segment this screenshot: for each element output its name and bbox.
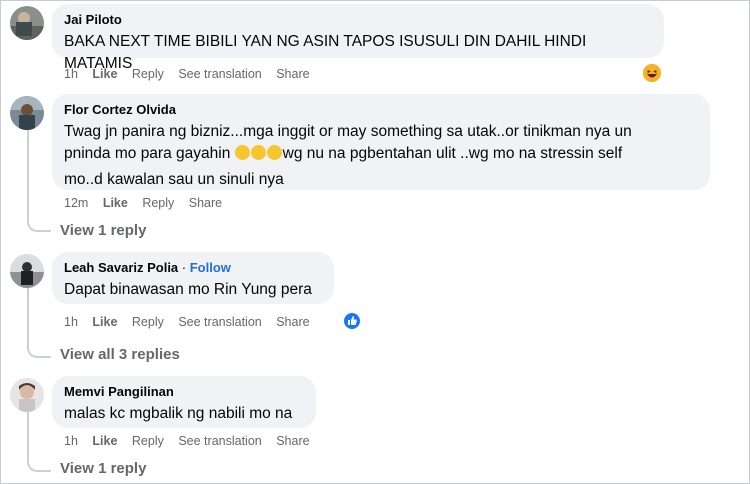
like-thumb-icon[interactable] [342, 311, 362, 331]
comment-bubble: Flor Cortez Olvida Twag jn panira ng biz… [52, 94, 710, 190]
share-button[interactable]: Share [276, 314, 309, 330]
sweat-smile-emoji-icon [266, 145, 282, 160]
reply-button[interactable]: Reply [132, 433, 164, 449]
see-translation-link[interactable]: See translation [178, 314, 261, 330]
reply-thread-line [27, 412, 51, 472]
comment-text: Twag jn panira ng bizniz...mga inggit or… [64, 121, 698, 191]
laughing-emoji-icon[interactable] [643, 64, 661, 82]
reply-thread-line [27, 288, 51, 358]
comment-bubble: Leah Savariz Polia · Follow Dapat binawa… [52, 252, 334, 304]
comment-bubble: Jai Piloto BAKA NEXT TIME BIBILI YAN NG … [52, 4, 664, 72]
view-replies-link[interactable]: View 1 reply [60, 222, 146, 239]
like-button[interactable]: Like [92, 433, 117, 449]
comment-text-line-3: mo..d kawalan sau un sinuli nya [64, 171, 284, 188]
like-button[interactable]: Like [103, 195, 128, 211]
avatar-leah-savariz-polia[interactable] [10, 254, 44, 288]
sweat-smile-emoji-icon [234, 145, 250, 160]
comment-text-line-1: Twag jn panira ng bizniz...mga inggit or… [64, 123, 632, 140]
comment-author-row: Leah Savariz Polia · Follow [64, 260, 322, 276]
avatar-jai-piloto[interactable] [10, 6, 44, 40]
share-button[interactable]: Share [276, 433, 309, 449]
comment-text-line-2: pninda mo para gayahin 😅😅😅 wg nu na pgbe… [64, 143, 698, 169]
avatar-flor-cortez-olvida[interactable] [10, 96, 44, 130]
reply-thread-line [27, 128, 51, 232]
like-button[interactable]: Like [92, 314, 117, 330]
comment-actions: 1h Like Reply See translation Share [64, 66, 321, 82]
reply-button[interactable]: Reply [132, 314, 164, 330]
comment-actions: 1h Like Reply See translation Share [64, 433, 321, 449]
sweat-smile-emoji-icon [250, 145, 266, 160]
comment-text-part: wg nu na pgbentahan ulit ..wg mo na stre… [282, 145, 623, 162]
comment-author[interactable]: Memvi Pangilinan [64, 384, 304, 400]
comment-bubble: Memvi Pangilinan malas kc mgbalik ng nab… [52, 376, 316, 428]
comment-author[interactable]: Leah Savariz Polia [64, 260, 178, 275]
comment-author[interactable]: Jai Piloto [64, 12, 652, 28]
see-translation-link[interactable]: See translation [178, 66, 261, 82]
comment-time[interactable]: 1h [64, 314, 78, 330]
like-button[interactable]: Like [92, 66, 117, 82]
see-translation-link[interactable]: See translation [178, 433, 261, 449]
comment-time[interactable]: 1h [64, 433, 78, 449]
view-replies-link[interactable]: View 1 reply [60, 460, 146, 477]
view-replies-link[interactable]: View all 3 replies [60, 346, 180, 363]
comment-author[interactable]: Flor Cortez Olvida [64, 102, 698, 118]
comment-text: Dapat binawasan mo Rin Yung pera [64, 281, 312, 298]
reply-button[interactable]: Reply [142, 195, 174, 211]
comment-actions: 12m Like Reply Share [64, 195, 233, 211]
comment-time[interactable]: 1h [64, 66, 78, 82]
follow-button[interactable]: Follow [190, 260, 231, 275]
reply-button[interactable]: Reply [132, 66, 164, 82]
share-button[interactable]: Share [189, 195, 222, 211]
share-button[interactable]: Share [276, 66, 309, 82]
comment-text: malas kc mgbalik ng nabili mo na [64, 405, 293, 422]
avatar-memvi-pangilinan[interactable] [10, 378, 44, 412]
separator-dot: · [178, 260, 190, 275]
comment-text-part: pninda mo para gayahin [64, 145, 231, 162]
comment-actions: 1h Like Reply See translation Share [64, 314, 321, 330]
comment-time[interactable]: 12m [64, 195, 88, 211]
